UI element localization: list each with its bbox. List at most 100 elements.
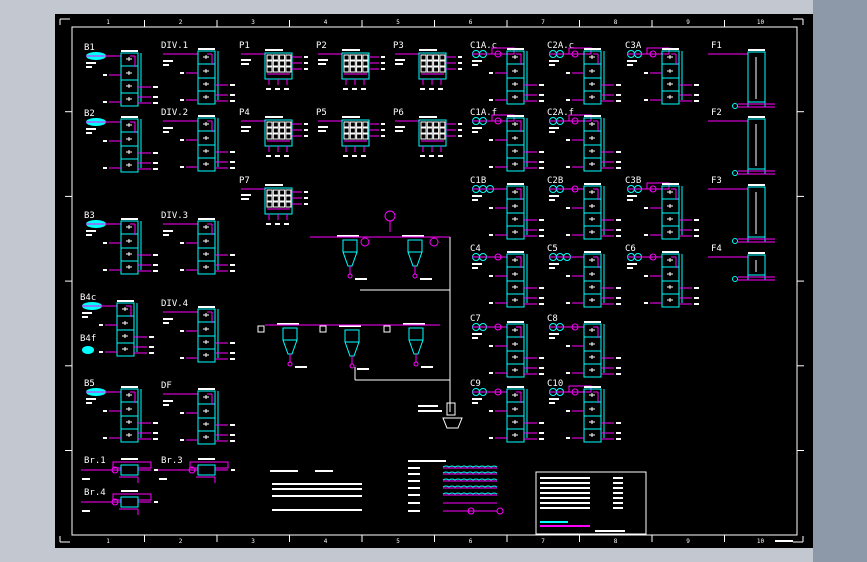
block-label: C2A.f — [547, 108, 574, 118]
block-label: C10 — [547, 379, 563, 389]
block-label: C2A.c — [547, 41, 574, 51]
sieve-cell — [285, 189, 292, 196]
sieve-cell — [279, 54, 286, 61]
annotation-text — [275, 155, 280, 157]
sieve-cell — [420, 127, 427, 134]
sieve-cell — [356, 121, 363, 128]
annotation-text — [539, 432, 544, 434]
annotation-text — [472, 267, 478, 269]
sieve-cell — [349, 121, 356, 128]
block-label: Br.4 — [84, 488, 106, 498]
annotation-text — [616, 422, 621, 424]
annotation-text — [163, 127, 173, 129]
sieve-cell — [266, 66, 273, 73]
annotation-text — [458, 123, 462, 125]
block-c10: C10 — [547, 379, 621, 443]
block-label: F3 — [711, 176, 722, 186]
annotation-text — [472, 60, 482, 62]
block-br4: Br.4 — [81, 488, 158, 515]
sieve-cell — [420, 66, 427, 73]
annotation-text — [163, 318, 173, 320]
annotation-text — [121, 50, 138, 52]
annotation-text — [418, 405, 438, 407]
annotation-text — [408, 502, 420, 504]
annotation-text — [198, 115, 215, 117]
cyclone-body — [408, 327, 424, 341]
annotation-text — [694, 219, 699, 221]
column-number-bottom: 3 — [251, 538, 255, 545]
fan-icon — [732, 276, 738, 282]
block-p1: P1 — [239, 41, 308, 90]
sieve-cell — [285, 60, 292, 67]
annotation-text — [549, 398, 559, 400]
annotation-text — [584, 251, 601, 253]
annotation-text — [489, 72, 493, 74]
annotation-text — [180, 242, 184, 244]
annotation-text — [343, 155, 348, 157]
annotation-text — [153, 422, 158, 424]
annotation-text — [352, 88, 357, 90]
annotation-text — [539, 219, 544, 221]
column-number-bottom: 10 — [757, 538, 765, 545]
annotation-text — [539, 373, 544, 375]
annotation-text — [230, 424, 235, 426]
annotation-text — [153, 438, 158, 440]
annotation-text — [644, 302, 648, 304]
annotation-text — [230, 270, 235, 272]
sieve-cell — [439, 127, 446, 134]
annotation-text — [458, 135, 462, 137]
annotation-text — [616, 229, 621, 231]
annotation-text — [540, 497, 590, 499]
annotation-text — [163, 64, 169, 66]
annotation-text — [420, 88, 425, 90]
sieve-cell — [272, 201, 279, 208]
sieve-cell — [272, 133, 279, 140]
column-number-bottom: 5 — [396, 538, 400, 545]
annotation-text — [549, 64, 555, 66]
column-number-top: 5 — [396, 19, 400, 26]
annotation-text — [549, 337, 555, 339]
annotation-text — [458, 129, 462, 131]
annotation-text — [507, 183, 524, 185]
annotation-text — [549, 195, 559, 197]
annotation-text — [616, 235, 621, 237]
annotation-text — [408, 460, 446, 462]
annotation-text — [489, 99, 493, 101]
annotation-text — [318, 126, 328, 128]
annotation-text — [304, 56, 308, 58]
column-number-bottom: 7 — [541, 538, 545, 545]
annotation-text — [266, 155, 271, 157]
annotation-text — [408, 467, 420, 469]
annotation-text — [241, 130, 249, 132]
legend-and-title-block — [270, 460, 793, 542]
annotation-text — [616, 94, 621, 96]
annotation-text — [180, 330, 184, 332]
annotation-text — [318, 63, 326, 65]
annotation-text — [230, 440, 235, 442]
annotation-text — [489, 275, 493, 277]
column-number-top: 8 — [614, 19, 618, 26]
sieve-cell — [356, 60, 363, 67]
annotation-text — [381, 123, 385, 125]
sieve-cell — [266, 121, 273, 128]
annotation-text — [507, 251, 524, 253]
sieve-cell — [433, 60, 440, 67]
annotation-text — [748, 116, 765, 118]
annotation-text — [613, 482, 623, 484]
annotation-text — [566, 166, 570, 168]
sieve-cell — [279, 66, 286, 73]
annotation-text — [566, 99, 570, 101]
annotation-text — [270, 470, 298, 472]
block-label: B2 — [84, 109, 95, 119]
annotation-text — [616, 219, 621, 221]
sieve-cell — [343, 54, 350, 61]
block-c8: C8 — [547, 314, 621, 378]
annotation-text — [616, 151, 621, 153]
annotation-text — [429, 88, 434, 90]
annotation-text — [82, 510, 90, 512]
annotation-text — [489, 345, 493, 347]
cad-drawing-sheet[interactable]: 1 1 2 2 3 3 4 4 5 5 6 6 7 7 8 8 9 9 10 10 B1 B2 B3 B4c B4f B5 DIV… — [55, 14, 813, 548]
sieve-cell — [439, 66, 446, 73]
sieve-cell — [420, 54, 427, 61]
annotation-text — [153, 162, 158, 164]
